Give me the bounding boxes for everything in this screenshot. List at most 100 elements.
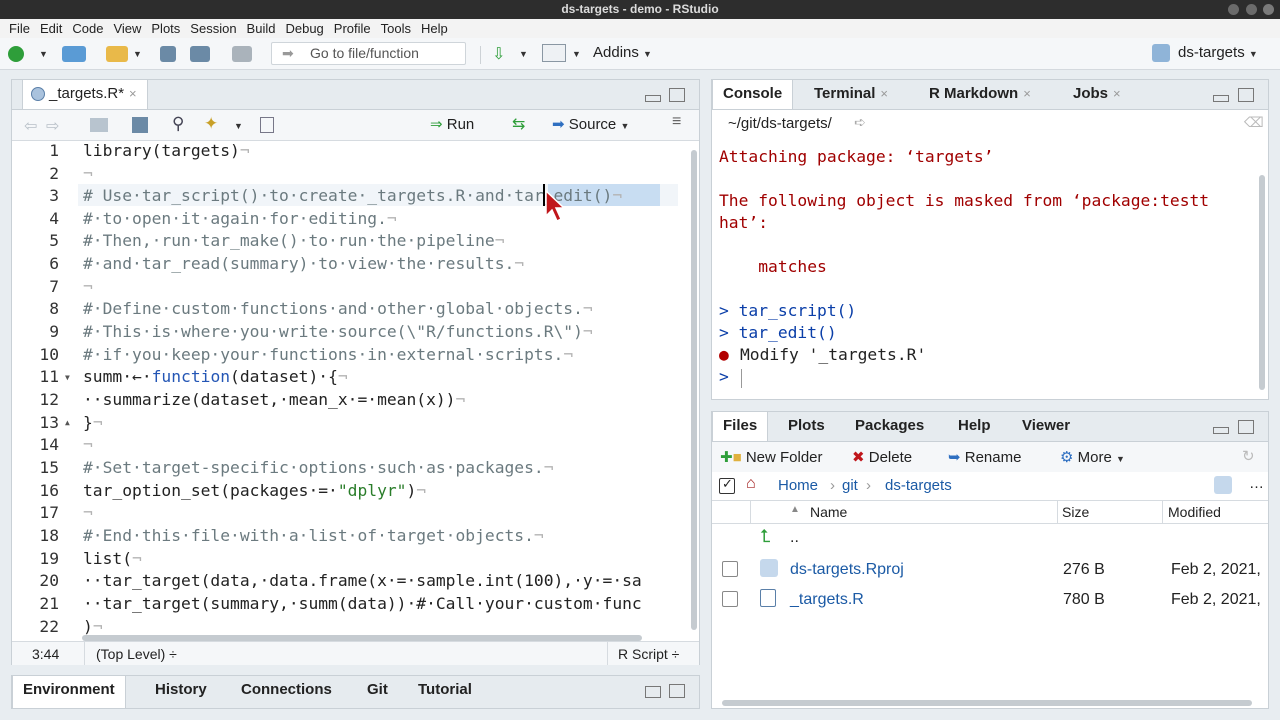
menu-code[interactable]: Code xyxy=(67,21,108,36)
search-icon[interactable]: ⚲ xyxy=(172,114,184,134)
tab-help[interactable]: Help xyxy=(948,412,1001,441)
menu-file[interactable]: File xyxy=(4,21,35,36)
menu-session[interactable]: Session xyxy=(185,21,241,36)
tab-viewer[interactable]: Viewer xyxy=(1012,412,1080,441)
maximize-pane-icon[interactable] xyxy=(1238,88,1254,102)
git-dropdown-icon[interactable]: ▼ xyxy=(519,49,528,59)
tab-git[interactable]: Git xyxy=(357,676,398,708)
console-prompt[interactable]: > xyxy=(719,367,729,386)
console-scrollbar[interactable] xyxy=(1259,175,1265,390)
restore-pane-icon[interactable] xyxy=(645,686,661,698)
tab-files[interactable]: Files xyxy=(712,412,769,441)
new-file-dropdown-icon[interactable]: ▼ xyxy=(39,49,48,59)
code-tools-dropdown-icon[interactable]: ▼ xyxy=(234,121,243,131)
breadcrumb-ds-targets[interactable]: ds-targets xyxy=(885,477,952,494)
save-icon[interactable] xyxy=(132,117,148,133)
minimize-pane-icon[interactable] xyxy=(645,95,661,102)
close-tab-icon[interactable]: × xyxy=(1113,86,1121,101)
file-name[interactable]: _targets.R xyxy=(790,591,864,609)
maximize-window-button[interactable] xyxy=(1246,4,1257,15)
menu-view[interactable]: View xyxy=(108,21,146,36)
menu-tools[interactable]: Tools xyxy=(376,21,416,36)
scope-selector[interactable]: (Top Level) ÷ xyxy=(96,646,177,662)
tab-plots[interactable]: Plots xyxy=(778,412,835,441)
maximize-pane-icon[interactable] xyxy=(1238,420,1254,434)
tab-packages[interactable]: Packages xyxy=(845,412,934,441)
table-row[interactable]: _targets.R 780 B Feb 2, 2021, xyxy=(711,586,1268,616)
pane-layout-dropdown-icon[interactable]: ▼ xyxy=(572,49,581,59)
tab-terminal[interactable]: Terminal × xyxy=(804,80,898,109)
save-icon[interactable] xyxy=(160,46,176,62)
minimize-window-button[interactable] xyxy=(1228,4,1239,15)
refresh-icon[interactable]: ↻ xyxy=(1242,447,1255,465)
git-icon[interactable]: ⇩ xyxy=(492,44,505,64)
fold-icon[interactable]: ▲ xyxy=(65,418,70,427)
select-all-checkbox[interactable]: ✓ xyxy=(719,476,735,494)
go-to-dir-icon[interactable]: ➪ xyxy=(854,114,866,131)
new-project-icon[interactable] xyxy=(62,46,86,62)
breadcrumb-git[interactable]: git xyxy=(842,477,858,494)
minimize-pane-icon[interactable] xyxy=(1213,427,1229,434)
more-button[interactable]: ⚙ More ▼ xyxy=(1060,448,1125,466)
close-tab-icon[interactable]: × xyxy=(129,86,137,101)
compile-report-icon[interactable] xyxy=(260,117,274,133)
column-modified[interactable]: Modified xyxy=(1168,504,1221,520)
back-icon[interactable]: ⇦ xyxy=(24,116,37,136)
table-row[interactable]: ⮤ .. xyxy=(711,526,1268,556)
run-button[interactable]: ⇒ Run xyxy=(430,115,474,133)
pane-layout-icon[interactable] xyxy=(542,44,566,62)
forward-icon[interactable]: ⇨ xyxy=(46,116,59,136)
tab-connections[interactable]: Connections xyxy=(231,676,342,708)
table-row[interactable]: ds-targets.Rproj 276 B Feb 2, 2021, xyxy=(711,556,1268,586)
menu-debug[interactable]: Debug xyxy=(280,21,328,36)
tab-history[interactable]: History xyxy=(145,676,217,708)
tab-console[interactable]: Console xyxy=(712,80,794,109)
print-icon[interactable] xyxy=(232,46,252,62)
menu-help[interactable]: Help xyxy=(416,21,453,36)
minimize-pane-icon[interactable] xyxy=(1213,95,1229,102)
menu-build[interactable]: Build xyxy=(242,21,281,36)
clear-console-icon[interactable]: ⌫ xyxy=(1244,114,1264,131)
column-name[interactable]: Name xyxy=(810,504,847,520)
files-horizontal-scrollbar[interactable] xyxy=(722,700,1252,706)
tab-targets-r[interactable]: _targets.R* × xyxy=(22,80,148,109)
open-file-dropdown-icon[interactable]: ▼ xyxy=(133,49,142,59)
tab-r-markdown[interactable]: R Markdown × xyxy=(919,80,1041,109)
save-all-icon[interactable] xyxy=(190,46,210,62)
parent-dir-link[interactable]: .. xyxy=(790,529,799,547)
tab-environment[interactable]: Environment xyxy=(12,676,126,708)
menu-plots[interactable]: Plots xyxy=(146,21,185,36)
close-tab-icon[interactable]: × xyxy=(1023,86,1031,101)
more-options-icon[interactable]: … xyxy=(1249,475,1264,492)
outline-icon[interactable]: ≡ xyxy=(672,113,681,131)
go-to-file-input[interactable]: ➡ Go to file/function xyxy=(271,42,466,65)
delete-button[interactable]: ✖ Delete xyxy=(852,448,912,466)
column-size[interactable]: Size xyxy=(1062,504,1089,520)
menu-edit[interactable]: Edit xyxy=(35,21,67,36)
source-button[interactable]: ➡ Source ▼ xyxy=(552,115,629,133)
tab-tutorial[interactable]: Tutorial xyxy=(408,676,482,708)
magic-wand-icon[interactable]: ✦ xyxy=(204,114,218,134)
close-window-button[interactable] xyxy=(1263,4,1274,15)
rename-button[interactable]: ➥ Rename xyxy=(948,448,1021,466)
file-name[interactable]: ds-targets.Rproj xyxy=(790,561,904,579)
rerun-icon[interactable]: ⇆ xyxy=(512,114,525,134)
file-type-selector[interactable]: R Script ÷ xyxy=(618,646,679,662)
row-checkbox[interactable] xyxy=(722,591,738,607)
project-menu-button[interactable]: ds-targets ▼ xyxy=(1178,44,1258,61)
new-folder-button[interactable]: ✚■ New Folder xyxy=(720,448,823,466)
menu-profile[interactable]: Profile xyxy=(329,21,376,36)
home-icon[interactable]: ⌂ xyxy=(746,475,756,493)
new-file-icon[interactable] xyxy=(8,46,24,62)
fold-icon[interactable]: ▼ xyxy=(65,373,70,382)
breadcrumb-home[interactable]: Home xyxy=(778,477,818,494)
row-checkbox[interactable] xyxy=(722,561,738,577)
maximize-pane-icon[interactable] xyxy=(669,684,685,698)
close-tab-icon[interactable]: × xyxy=(880,86,888,101)
maximize-pane-icon[interactable] xyxy=(669,88,685,102)
tab-jobs[interactable]: Jobs × xyxy=(1063,80,1131,109)
editor-vertical-scrollbar[interactable] xyxy=(691,150,697,630)
show-in-window-icon[interactable] xyxy=(90,118,108,132)
open-file-icon[interactable] xyxy=(106,46,128,62)
addins-button[interactable]: Addins ▼ xyxy=(593,44,652,61)
